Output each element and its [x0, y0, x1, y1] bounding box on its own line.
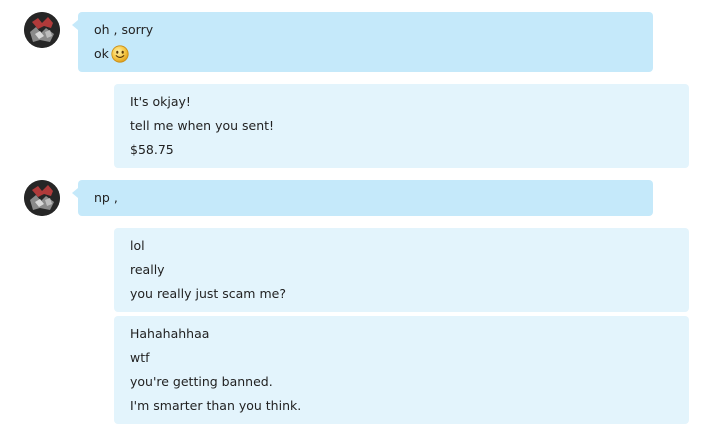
contact-avatar[interactable] — [24, 180, 60, 216]
message-line: really — [130, 262, 165, 277]
message-line: tell me when you sent! — [130, 118, 275, 133]
message-line: wtf — [130, 350, 150, 365]
message-bubble-outgoing: lol really you really just scam me? — [114, 228, 689, 312]
message-bubble-outgoing: Hahahahhaa wtf you're getting banned. I'… — [114, 316, 689, 424]
message-line: It's okjay! — [130, 94, 191, 109]
message-bubble-outgoing: It's okjay! tell me when you sent! $58.7… — [114, 84, 689, 168]
message-bubble-incoming: np , — [72, 180, 653, 216]
message-bubble-incoming: oh , sorry ok — [72, 12, 653, 72]
avatar-image-icon — [24, 180, 60, 216]
message-line-text: ok — [94, 46, 109, 61]
message-line: ok — [94, 44, 129, 63]
avatar-image-icon — [24, 12, 60, 48]
message-line: I'm smarter than you think. — [130, 398, 302, 413]
message-line: lol — [130, 238, 145, 253]
message-line: oh , sorry — [94, 22, 154, 37]
message-line: you really just scam me? — [130, 286, 286, 301]
message-line: $58.75 — [130, 142, 174, 157]
smile-emoji-icon — [111, 44, 129, 63]
contact-avatar[interactable] — [24, 12, 60, 48]
message-line: Hahahahhaa — [130, 326, 210, 341]
message-line: np , — [94, 190, 118, 205]
message-line: you're getting banned. — [130, 374, 273, 389]
